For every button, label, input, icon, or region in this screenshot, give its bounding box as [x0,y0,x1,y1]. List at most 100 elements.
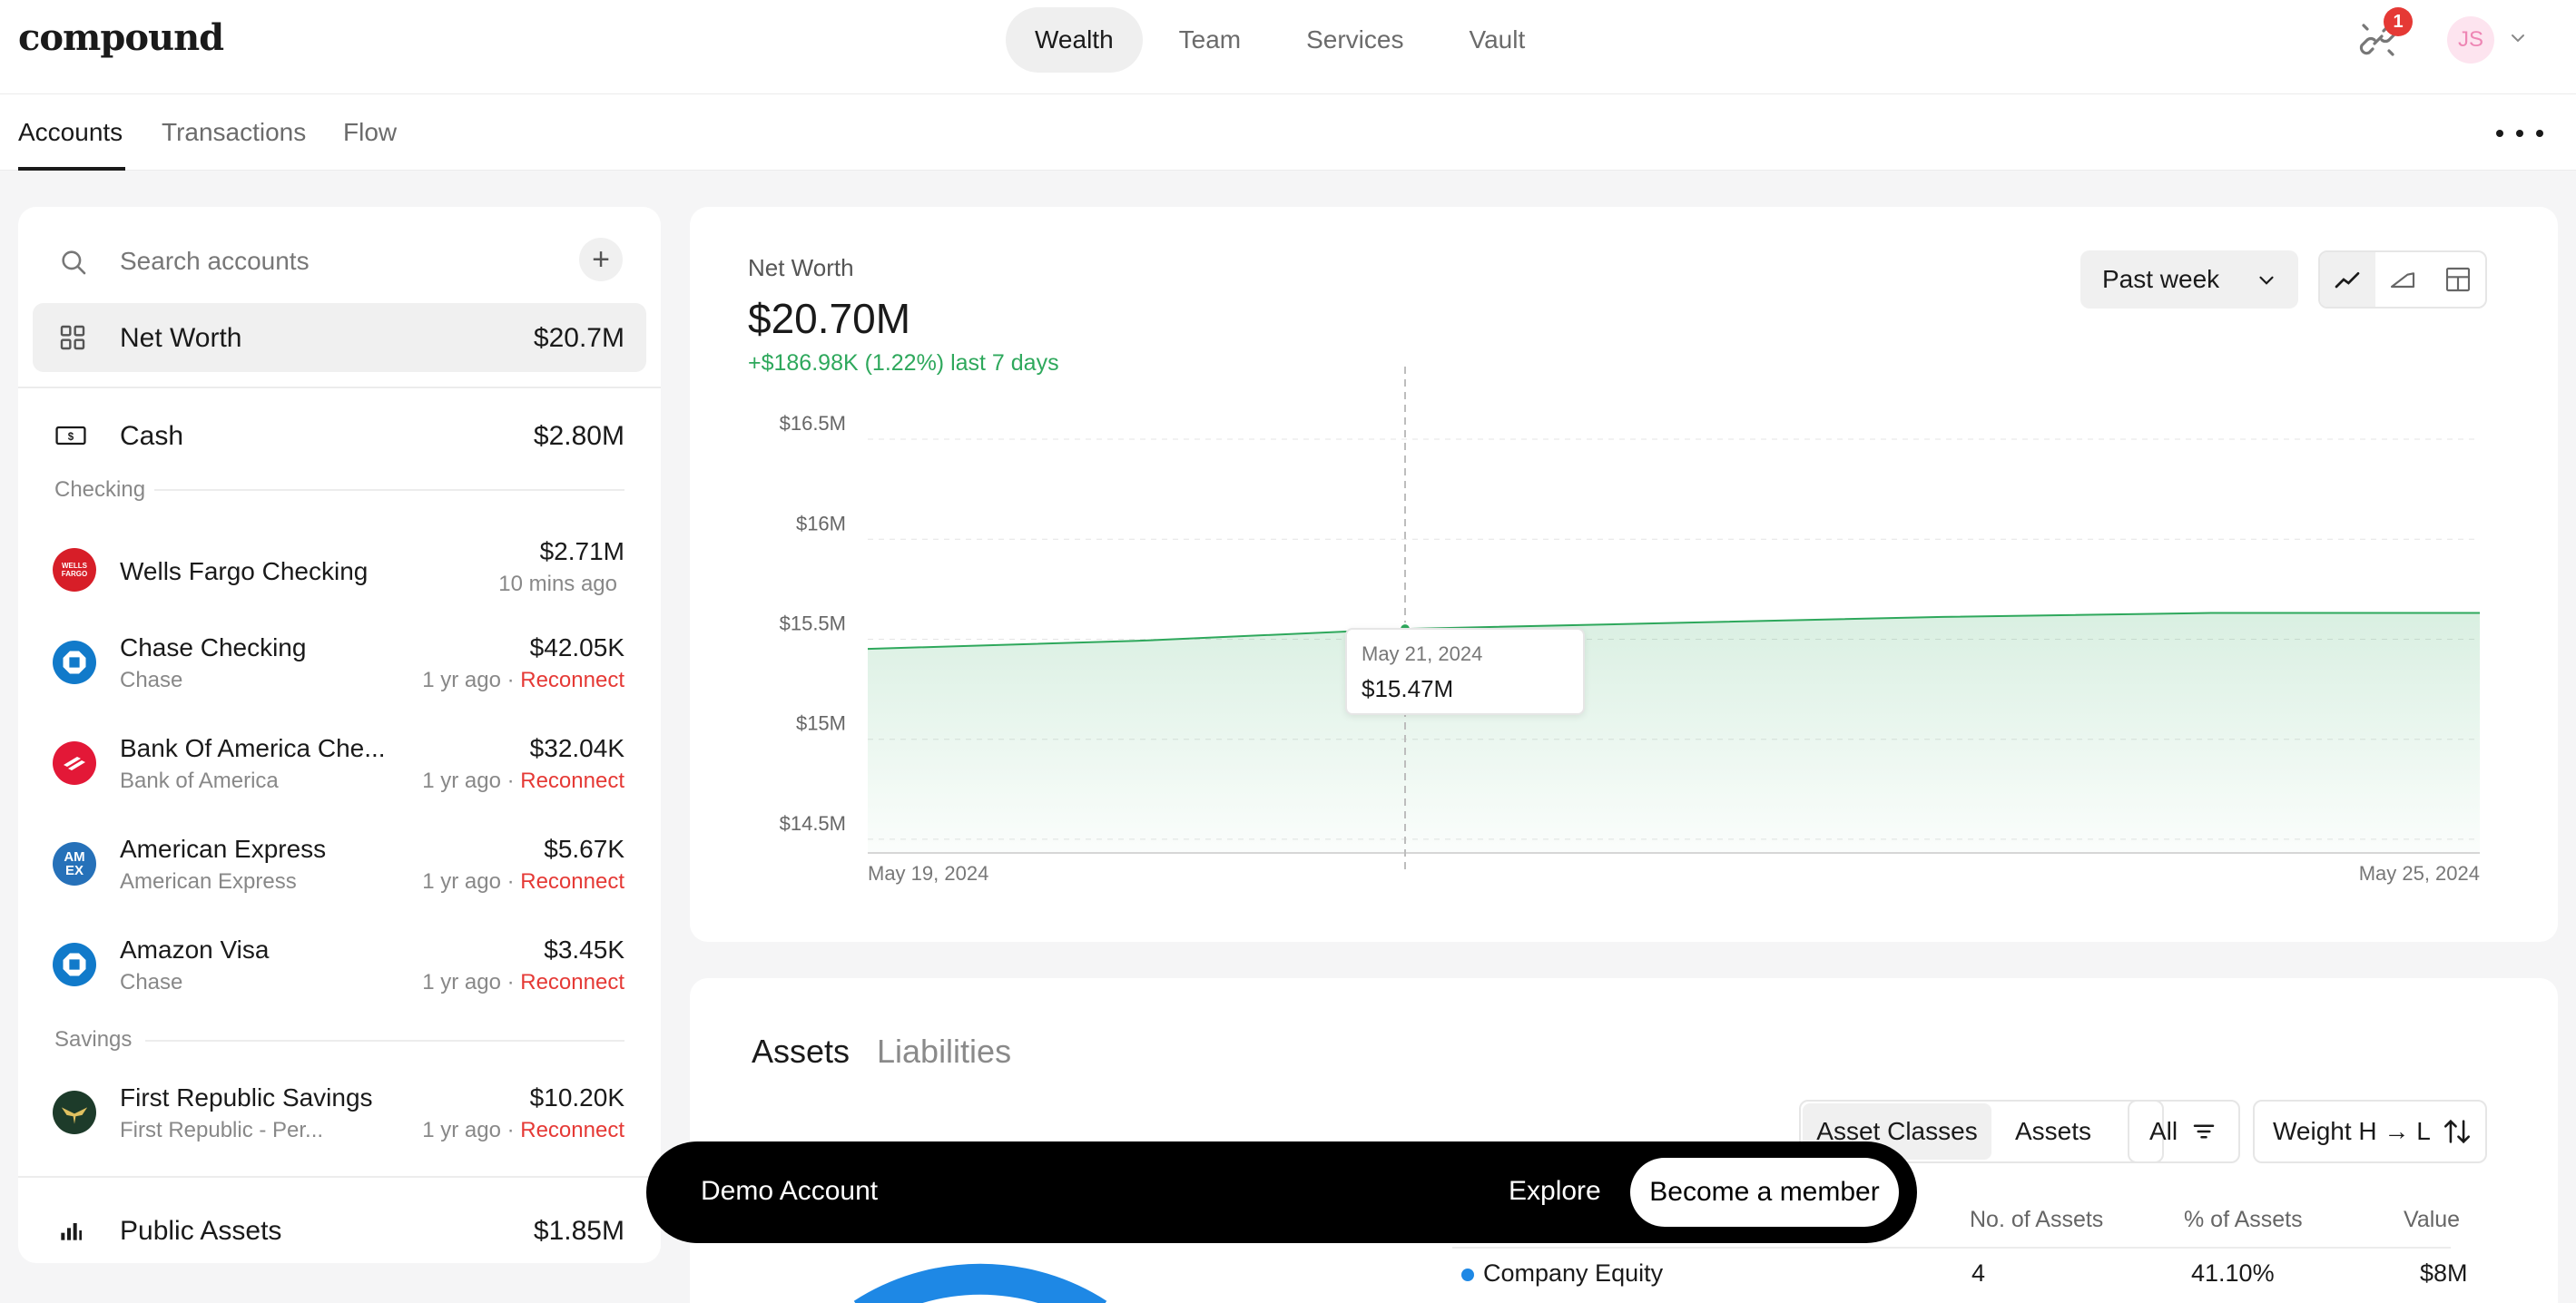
reconnect-link[interactable]: Reconnect [520,668,624,692]
tab-transactions[interactable]: Transactions [162,118,306,147]
divider [18,1176,661,1178]
separator-dot: · [500,1118,521,1142]
net-worth-chart[interactable]: $16.5M$16M$15.5M$15M$14.5M May 19, 2024 … [690,207,2558,942]
public-assets-value: $1.85M [533,1216,624,1246]
tab-flow[interactable]: Flow [343,118,397,147]
account-name: Wells Fargo Checking [120,557,369,585]
allocation-donut-chart[interactable] [853,1241,1107,1303]
x-tick-label: May 25, 2024 [2359,862,2480,885]
account-updated: 1 yr ago [422,769,501,793]
account-row[interactable]: AM EX American Express American Express … [18,831,661,904]
nav-services[interactable]: Services [1277,7,1432,73]
more-options-icon[interactable] [2496,120,2543,147]
tab-liabilities[interactable]: Liabilities [877,1033,1011,1071]
net-worth-row[interactable]: Net Worth $20.7M [33,303,646,372]
sort-icon [2443,1119,2470,1144]
account-status: 1 yr ago · Reconnect [422,769,624,794]
chase-octagon-icon [63,651,86,674]
public-assets-row[interactable]: Public Assets $1.85M [18,1203,661,1258]
cash-value: $2.80M [533,421,624,451]
account-name: Amazon Visa [120,936,270,964]
search-bar[interactable]: Search accounts + [18,234,661,289]
account-value: $42.05K [529,633,624,661]
account-status: 1 yr ago · Reconnect [422,1118,624,1143]
boa-flag-icon [64,757,85,770]
account-row[interactable]: First Republic Savings First Republic - … [18,1080,661,1152]
nav-vault[interactable]: Vault [1440,7,1554,73]
american-express-logo: AM EX [53,842,96,886]
tab-assets[interactable]: Assets [752,1033,850,1071]
account-updated: 10 mins ago [498,572,617,596]
y-tick-label: $16.5M [780,412,846,435]
explore-button[interactable]: Explore [1509,1176,1601,1207]
filter-icon [2193,1124,2215,1139]
account-updated: 1 yr ago [422,970,501,994]
chase-logo [53,641,96,684]
group-savings-label: Savings [54,1027,133,1052]
reconnect-link[interactable]: Reconnect [520,769,624,793]
filter-button[interactable]: All [2128,1100,2240,1163]
column-header[interactable]: No. of Assets [1970,1207,2103,1233]
reconnect-link[interactable]: Reconnect [520,869,624,894]
account-value: $10.20K [529,1083,624,1112]
wells-fargo-logo: WELLS FARGO [53,548,96,592]
account-updated: 1 yr ago [422,869,501,894]
become-member-button[interactable]: Become a member [1630,1158,1899,1227]
nav-team[interactable]: Team [1150,7,1270,73]
cash-row[interactable]: $ Cash $2.80M [18,408,661,463]
assets-toggle[interactable]: Assets [2015,1100,2091,1163]
first-republic-logo [53,1091,96,1134]
reconnect-link[interactable]: Reconnect [520,1118,624,1142]
account-row[interactable]: Amazon Visa Chase $3.45K 1 yr ago · Reco… [18,932,661,1004]
public-assets-label: Public Assets [120,1216,282,1246]
account-institution: American Express [120,869,297,894]
bank-of-america-logo [53,741,96,785]
notification-badge: 1 [2384,7,2413,36]
search-icon [62,250,86,275]
column-header[interactable]: % of Assets [2184,1207,2303,1233]
account-row[interactable]: Chase Checking Chase $42.05K 1 yr ago · … [18,630,661,702]
plus-icon: + [592,241,610,277]
group-divider [154,489,624,491]
search-input[interactable]: Search accounts [120,247,310,276]
nav-wealth[interactable]: Wealth [1006,7,1143,73]
row-value: $8M [2420,1259,2468,1287]
bar-chart-icon [61,1223,82,1240]
account-institution: Chase [120,970,183,994]
grid-icon [60,325,85,350]
account-value: $5.67K [544,835,624,863]
sub-nav: Accounts Transactions Flow [0,94,2576,171]
y-tick-label: $15.5M [780,612,846,634]
account-row[interactable]: WELLS FARGO Wells Fargo Checking $2.71M … [18,537,661,610]
separator-dot: · [500,769,521,793]
user-avatar[interactable]: JS [2447,16,2494,64]
app-logo[interactable]: compound [18,16,224,59]
add-account-button[interactable]: + [579,238,623,281]
account-updated: 1 yr ago [422,1118,501,1142]
tab-accounts[interactable]: Accounts [18,118,123,147]
demo-account-bar: Demo Account Explore Become a member [646,1141,1917,1243]
demo-account-label: Demo Account [701,1176,879,1206]
legend-dot [1461,1269,1474,1281]
account-institution: Chase [120,668,183,692]
tooltip-date: May 21, 2024 [1362,642,1483,665]
account-row[interactable]: Bank Of America Che... Bank of America $… [18,730,661,803]
chart-area-fill [868,612,2480,853]
account-name: Chase Checking [120,633,307,661]
column-header[interactable]: Value [2404,1207,2460,1233]
account-name: Bank Of America Che... [120,734,386,762]
main-nav: Wealth Team Services Vault [1006,7,1554,73]
sort-button[interactable]: Weight H → L [2253,1100,2487,1163]
net-worth-value: $20.7M [533,323,624,353]
account-institution: Bank of America [120,769,279,793]
cash-icon: $ [55,426,86,446]
account-name: American Express [120,835,327,863]
chevron-down-icon[interactable] [2507,27,2529,49]
y-tick-label: $15M [796,712,846,735]
top-bar: compound Wealth Team Services Vault 1 JS [0,0,2576,94]
accounts-sidebar: Search accounts + Net Worth $20.7M $ Cas… [18,207,661,1263]
reconnect-link[interactable]: Reconnect [520,970,624,994]
filter-label: All [2149,1117,2178,1145]
notifications-button[interactable]: 1 [2356,7,2413,62]
group-checking-label: Checking [54,477,146,502]
